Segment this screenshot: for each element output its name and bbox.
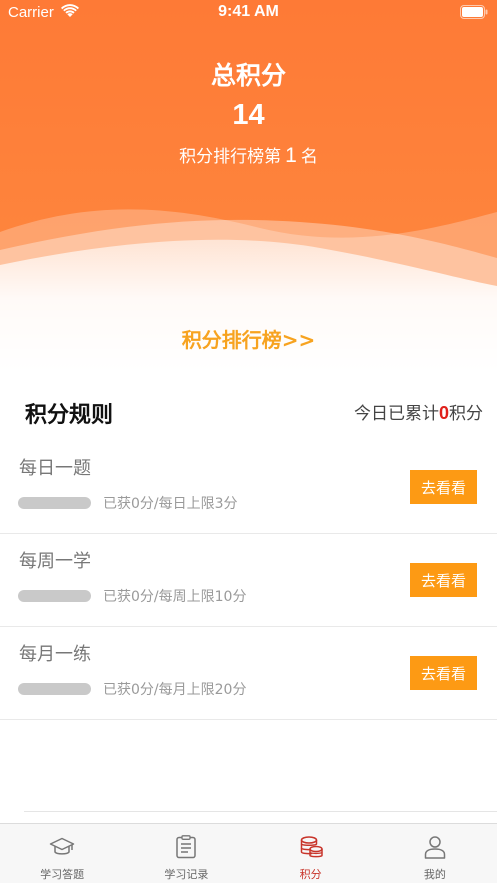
task-row-monthly: 每月一练 已获0分/每月上限20分 去看看 — [0, 627, 497, 720]
rank-line: 积分排行榜第 1 名 — [0, 142, 497, 168]
task-progress-bar — [18, 683, 91, 695]
task-status: 已获0分/每月上限20分 — [103, 682, 247, 698]
clipboard-icon — [176, 835, 197, 859]
task-go-button[interactable]: 去看看 — [410, 656, 477, 690]
tab-label: 学习记录 — [164, 868, 209, 881]
tab-label: 学习答题 — [40, 868, 85, 881]
today-prefix: 今日已累计 — [353, 404, 439, 424]
rules-header: 积分规则 今日已累计0积分 — [0, 372, 497, 446]
status-bar: Carrier 9:41 AM — [0, 0, 497, 26]
task-status: 已获0分/每周上限10分 — [103, 589, 247, 605]
total-points-value: 14 — [232, 99, 265, 131]
task-progress-bar — [18, 590, 91, 602]
rank-suffix: 名 — [300, 147, 318, 167]
task-name: 每月一练 — [19, 644, 91, 665]
rules-title: 积分规则 — [25, 403, 114, 428]
task-go-button[interactable]: 去看看 — [410, 563, 477, 597]
task-name: 每周一学 — [19, 551, 91, 572]
tab-label: 我的 — [423, 868, 446, 881]
leaderboard-link[interactable]: 积分排行榜>> — [0, 324, 497, 353]
today-points-value: 0 — [438, 403, 449, 423]
task-row-weekly: 每周一学 已获0分/每周上限10分 去看看 — [0, 534, 497, 627]
tab-study-quiz[interactable]: 学习答题 — [0, 824, 124, 883]
graduation-cap-icon — [49, 837, 75, 855]
points-hero: Carrier 9:41 AM 总积分 14 积分排行榜第 1 名 积分排行榜>> — [0, 0, 497, 372]
rank-number: 1 — [285, 144, 297, 167]
task-row-daily: 每日一题 已获0分/每日上限3分 去看看 — [0, 441, 497, 534]
tab-label: 积分 — [299, 868, 322, 881]
task-name: 每日一题 — [19, 458, 91, 479]
task-go-button[interactable]: 去看看 — [410, 470, 477, 504]
user-icon — [424, 836, 446, 859]
tab-points[interactable]: 积分 — [249, 824, 373, 883]
rank-prefix: 积分排行榜第 — [179, 147, 282, 167]
tab-study-records[interactable]: 学习记录 — [124, 824, 248, 883]
coins-icon — [300, 836, 323, 858]
task-status: 已获0分/每日上限3分 — [103, 496, 238, 512]
today-points-summary: 今日已累计0积分 — [354, 399, 483, 424]
tab-mine[interactable]: 我的 — [373, 824, 497, 883]
battery-icon — [460, 5, 488, 19]
task-progress-bar — [18, 497, 91, 509]
status-time: 9:41 AM — [218, 3, 279, 20]
total-points-title: 总积分 — [210, 61, 286, 90]
divider — [24, 811, 497, 812]
tab-bar: 学习答题 学习记录 积分 我的 — [0, 823, 497, 883]
today-suffix: 积分 — [449, 404, 483, 424]
